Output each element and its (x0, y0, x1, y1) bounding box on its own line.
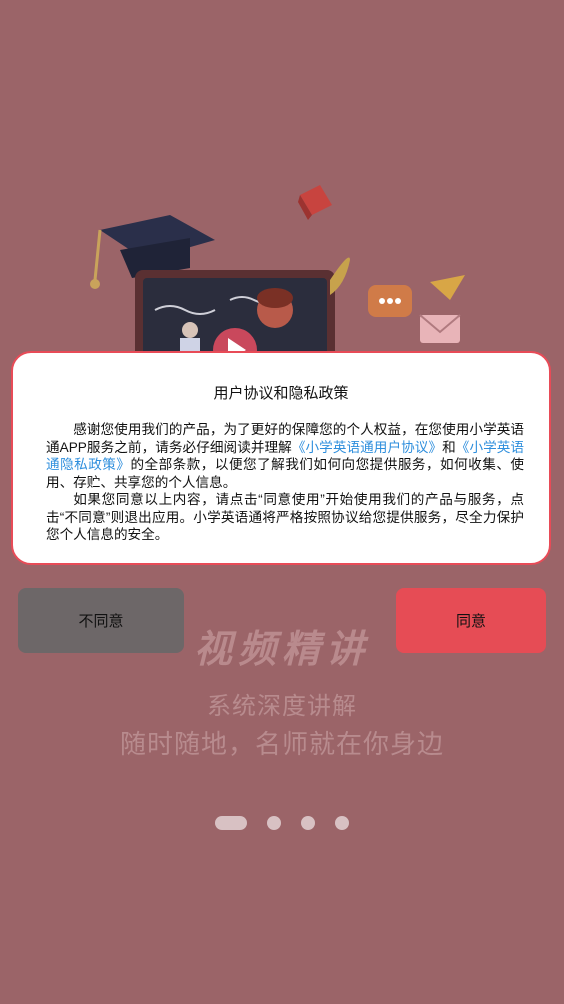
envelope-icon (419, 314, 461, 343)
page-indicator-dot (301, 816, 315, 830)
dialog-body: 感谢您使用我们的产品，为了更好的保障您的个人权益，在您使用小学英语通APP服务之… (46, 421, 524, 544)
privacy-dialog: 用户协议和隐私政策 感谢您使用我们的产品，为了更好的保障您的个人权益，在您使用小… (11, 351, 551, 565)
agree-button[interactable]: 同意 (396, 588, 546, 653)
dialog-title: 用户协议和隐私政策 (213, 385, 349, 402)
page-indicator (0, 816, 564, 830)
chat-bubble-icon (368, 285, 412, 317)
feature-subtitle-1: 系统深度讲解 (207, 692, 357, 720)
page-indicator-dot (267, 816, 281, 830)
dialog-paragraph-1: 感谢您使用我们的产品，为了更好的保障您的个人权益，在您使用小学英语通APP服务之… (46, 421, 524, 491)
page-indicator-dot-active (215, 816, 247, 830)
page-indicator-dot (335, 816, 349, 830)
dialog-paragraph-2: 如果您同意以上内容，请点击“同意使用”开始使用我们的产品与服务，点击“不同意”则… (46, 492, 524, 542)
disagree-button[interactable]: 不同意 (18, 588, 184, 653)
user-agreement-link[interactable]: 《小学英语通用户协议》 (292, 440, 442, 455)
feature-subtitle-2: 随时随地，名师就在你身边 (119, 730, 444, 760)
paper-plane-icon (430, 275, 465, 300)
cube-icon (298, 185, 332, 220)
paragraph-text: 和 (442, 439, 456, 455)
leaf-icon (330, 257, 350, 295)
